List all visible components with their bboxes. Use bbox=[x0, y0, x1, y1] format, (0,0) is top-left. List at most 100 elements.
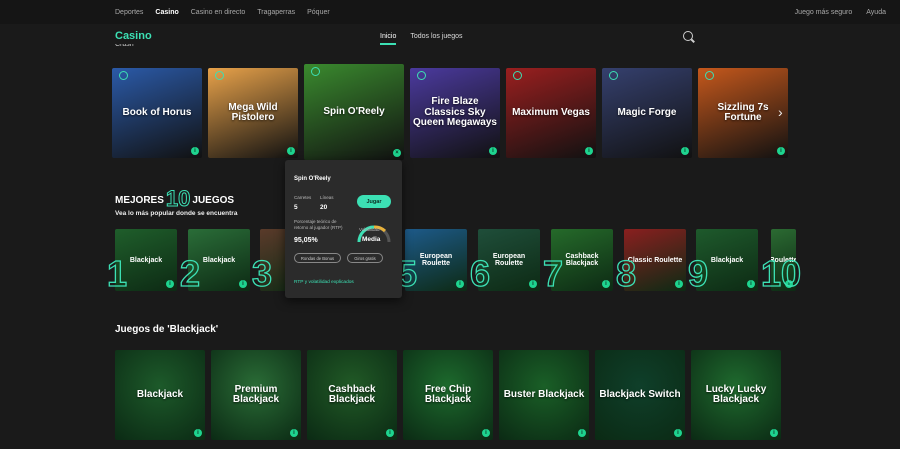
help-link[interactable]: Ayuda bbox=[866, 9, 886, 16]
game-tile[interactable]: Book of Horus i bbox=[112, 68, 202, 158]
carousel-cut-title: Crash bbox=[115, 44, 134, 48]
top10-game-title: Blackjack bbox=[202, 256, 236, 264]
casino-tabs: Inicio Todos los juegos bbox=[380, 33, 477, 45]
info-icon[interactable]: i bbox=[456, 280, 464, 288]
blackjack-game-tile[interactable]: Free Chip Blackjack i bbox=[403, 350, 493, 440]
top10-title-right: JUEGOS bbox=[192, 195, 235, 206]
game-tile[interactable]: Fire Blaze Classics Sky Queen Megaways i bbox=[410, 68, 500, 158]
game-tile[interactable]: Maximum Vegas i bbox=[506, 68, 596, 158]
blackjack-game-title: Buster Blackjack bbox=[503, 388, 585, 400]
brand-title[interactable]: Casino bbox=[115, 30, 152, 42]
nav-casino[interactable]: Casino bbox=[155, 9, 178, 16]
game-tile[interactable]: Spin O'Reely × bbox=[304, 64, 404, 160]
tab-inicio[interactable]: Inicio bbox=[380, 33, 397, 45]
blackjack-game-tile[interactable]: Premium Blackjack i bbox=[211, 350, 301, 440]
favorite-icon[interactable] bbox=[513, 71, 522, 80]
rtp-explained-link[interactable]: RTP y volatilidad explicados bbox=[294, 280, 354, 285]
info-icon[interactable]: i bbox=[290, 429, 298, 437]
info-icon[interactable]: i bbox=[194, 429, 202, 437]
game-tile-title: Sizzling 7s Fortune bbox=[717, 101, 769, 123]
game-tile[interactable]: Magic Forge i bbox=[602, 68, 692, 158]
popup-lines-value: 20 bbox=[320, 204, 328, 211]
close-icon[interactable]: × bbox=[393, 149, 401, 157]
blackjack-game-tile[interactable]: Blackjack Switch i bbox=[595, 350, 685, 440]
favorite-icon[interactable] bbox=[705, 71, 714, 80]
info-icon[interactable]: i bbox=[287, 147, 295, 155]
popup-game-title: Spin O'Reely bbox=[294, 176, 331, 182]
popup-volatility-value: Media bbox=[362, 236, 381, 243]
favorite-icon[interactable] bbox=[609, 71, 618, 80]
safer-gambling-link[interactable]: Juego más seguro bbox=[795, 9, 853, 16]
bonus-rounds-pill[interactable]: Rondas de Bonus bbox=[294, 253, 341, 263]
info-icon[interactable]: i bbox=[166, 280, 174, 288]
info-icon[interactable]: i bbox=[770, 429, 778, 437]
play-button[interactable]: Jugar bbox=[357, 195, 391, 208]
top10-game-title: Blackjack bbox=[129, 256, 163, 264]
info-icon[interactable]: i bbox=[239, 280, 247, 288]
blackjack-game-title: Blackjack Switch bbox=[599, 388, 681, 400]
popup-reels-label: Carretes bbox=[294, 195, 312, 200]
favorite-icon[interactable] bbox=[215, 71, 224, 80]
blackjack-game-tile[interactable]: Buster Blackjack i bbox=[499, 350, 589, 440]
game-tile-title: Magic Forge bbox=[617, 106, 677, 118]
info-icon[interactable]: i bbox=[747, 280, 755, 288]
info-icon[interactable]: i bbox=[674, 429, 682, 437]
rank-number: 3 bbox=[251, 252, 273, 294]
blackjack-game-tile[interactable]: Lucky Lucky Blackjack i bbox=[691, 350, 781, 440]
casino-header: Casino Inicio Todos los juegos bbox=[0, 24, 900, 50]
favorite-icon[interactable] bbox=[417, 71, 426, 80]
game-tile-title: Spin O'Reely bbox=[323, 105, 385, 117]
top10-game-title: Blackjack bbox=[710, 256, 744, 264]
top10-title: MEJORES10 JUEGOS bbox=[115, 186, 234, 212]
game-tile-title: Fire Blaze Classics Sky Queen Megaways bbox=[413, 96, 497, 129]
popup-rtp-label: Porcentaje teórico de retorno al jugador… bbox=[294, 219, 343, 230]
blackjack-game-tile[interactable]: Blackjack i bbox=[115, 350, 205, 440]
info-icon[interactable]: i bbox=[482, 429, 490, 437]
info-icon[interactable]: i bbox=[777, 147, 785, 155]
info-icon[interactable]: i bbox=[675, 280, 683, 288]
tab-todos-los-juegos[interactable]: Todos los juegos bbox=[410, 33, 462, 45]
blackjack-game-title: Cashback Blackjack bbox=[328, 383, 376, 405]
blackjack-game-title: Lucky Lucky Blackjack bbox=[705, 383, 767, 405]
popup-rtp-value: 95,05% bbox=[294, 237, 318, 244]
top10-subtitle: Vea lo más popular donde se encuentra bbox=[115, 210, 238, 217]
game-tile-title: Book of Horus bbox=[122, 106, 192, 118]
top10-title-num: 10 bbox=[165, 186, 191, 212]
rank-number: 8 bbox=[615, 252, 637, 294]
info-icon[interactable]: i bbox=[489, 147, 497, 155]
nav-poker[interactable]: Póquer bbox=[307, 9, 330, 16]
info-icon[interactable]: i bbox=[578, 429, 586, 437]
free-spins-pill[interactable]: Giros gratis bbox=[347, 253, 383, 263]
game-tile-title: Mega Wild Pistolero bbox=[228, 101, 278, 123]
carousel-next-icon[interactable]: › bbox=[778, 104, 783, 120]
nav-casino-directo[interactable]: Casino en directo bbox=[191, 9, 245, 16]
blackjack-game-title: Blackjack bbox=[136, 388, 184, 400]
game-tile[interactable]: Mega Wild Pistolero i bbox=[208, 68, 298, 158]
info-icon[interactable]: i bbox=[681, 147, 689, 155]
info-icon[interactable]: i bbox=[386, 429, 394, 437]
info-icon[interactable]: i bbox=[585, 147, 593, 155]
featured-games-row: Book of Horus i Mega Wild Pistolero i Spin O… bbox=[112, 64, 788, 160]
rank-number: 2 bbox=[179, 252, 201, 294]
top-navigation: Deportes Casino Casino en directo Tragap… bbox=[0, 0, 900, 24]
blackjack-games-row: Blackjack i Premium Blackjack i Cashback Bla… bbox=[115, 350, 781, 440]
favorite-icon[interactable] bbox=[119, 71, 128, 80]
blackjack-game-title: Free Chip Blackjack bbox=[424, 383, 472, 405]
rank-number: 9 bbox=[687, 252, 709, 294]
blackjack-game-title: Premium Blackjack bbox=[232, 383, 280, 405]
blackjack-game-tile[interactable]: Cashback Blackjack i bbox=[307, 350, 397, 440]
nav-tragaperras[interactable]: Tragaperras bbox=[257, 9, 295, 16]
topnav-right: Juego más seguro Ayuda bbox=[781, 0, 886, 24]
rank-number: 10 bbox=[760, 252, 802, 294]
nav-deportes[interactable]: Deportes bbox=[115, 9, 143, 16]
search-icon[interactable] bbox=[683, 31, 693, 41]
game-tile[interactable]: Sizzling 7s Fortune i bbox=[698, 68, 788, 158]
info-icon[interactable]: i bbox=[191, 147, 199, 155]
game-info-popup: Spin O'Reely Carretes 5 Líneas 20 Jugar … bbox=[285, 160, 402, 298]
favorite-icon[interactable] bbox=[311, 67, 320, 76]
popup-volatility-label: Volatilidad bbox=[359, 227, 380, 232]
info-icon[interactable]: i bbox=[602, 280, 610, 288]
game-tile-title: Maximum Vegas bbox=[512, 106, 590, 118]
blackjack-section-title: Juegos de 'Blackjack' bbox=[115, 324, 219, 335]
info-icon[interactable]: i bbox=[529, 280, 537, 288]
